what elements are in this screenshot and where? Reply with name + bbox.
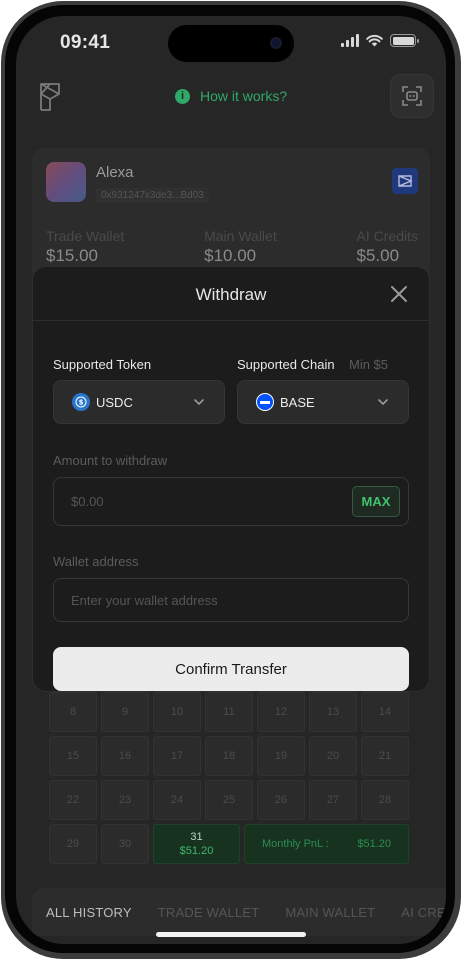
modal-title: Withdraw — [195, 285, 267, 304]
max-button[interactable]: MAX — [352, 486, 400, 517]
app-screen: 09:41 i How it works? Alexa 0x931247x3de… — [16, 16, 446, 944]
wallet-value: $15.00 — [46, 246, 98, 265]
calendar-week: 29 30 31 $51.20 Monthly PnL : $51.20 — [49, 824, 413, 864]
amount-label: Amount to withdraw — [53, 453, 168, 468]
monthly-pnl-value: $51.20 — [357, 838, 391, 850]
calendar-week: 15 16 17 18 19 20 21 — [49, 736, 413, 776]
calendar-day[interactable]: 12 — [257, 692, 305, 732]
history-tabs: ALL HISTORY TRADE WALLET MAIN WALLET AI … — [32, 888, 446, 936]
info-icon: i — [175, 88, 190, 104]
confirm-transfer-button[interactable]: Confirm Transfer — [53, 647, 409, 691]
main-wallet-balance: Main Wallet $10.00 — [204, 228, 277, 266]
wallet-address-label: Wallet address — [53, 554, 139, 569]
wallet-label: Main Wallet — [204, 228, 277, 244]
amount-placeholder: $0.00 — [71, 494, 104, 509]
calendar-day[interactable]: 10 — [153, 692, 201, 732]
account-name: Alexa — [96, 164, 134, 181]
front-camera — [270, 37, 282, 49]
day-pnl-amount: $51.20 — [179, 845, 214, 857]
app-header: i How it works? — [16, 74, 446, 120]
withdraw-modal: Withdraw Supported Token Supported Chain… — [32, 266, 430, 692]
chevron-down-icon — [378, 399, 388, 406]
calendar-day[interactable]: 20 — [309, 736, 357, 776]
status-bar: 09:41 — [16, 16, 446, 70]
calendar-day[interactable]: 28 — [361, 780, 409, 820]
how-it-works-link[interactable]: i How it works? — [175, 88, 287, 104]
avatar — [46, 162, 86, 202]
calendar-week: 22 23 24 25 26 27 28 — [49, 780, 413, 820]
monthly-pnl-label: Monthly PnL : — [262, 838, 329, 850]
tab-ai-credits[interactable]: AI CRE — [401, 905, 446, 920]
status-time: 09:41 — [60, 32, 111, 53]
app-logo-icon[interactable] — [38, 82, 62, 112]
usdc-icon: $ — [72, 393, 90, 411]
cellular-signal-icon — [341, 34, 359, 47]
chain-label: Supported Chain — [237, 357, 335, 372]
calendar-day[interactable]: 19 — [257, 736, 305, 776]
calendar-day[interactable]: 17 — [153, 736, 201, 776]
ai-credits-balance: AI Credits $5.00 — [357, 228, 418, 266]
calendar-day[interactable]: 24 — [153, 780, 201, 820]
calendar-day[interactable]: 9 — [101, 692, 149, 732]
calendar-day[interactable]: 30 — [101, 824, 149, 864]
calendar-day[interactable]: 18 — [205, 736, 253, 776]
battery-icon — [390, 34, 419, 47]
token-label: Supported Token — [53, 357, 152, 372]
wallet-label: Trade Wallet — [46, 228, 125, 244]
status-icons — [341, 34, 419, 47]
wifi-icon — [366, 34, 383, 47]
chevron-down-icon — [194, 399, 204, 406]
calendar-day[interactable]: 14 — [361, 692, 409, 732]
dynamic-island — [168, 25, 294, 62]
calendar-day[interactable]: 8 — [49, 692, 97, 732]
calendar-day[interactable]: 16 — [101, 736, 149, 776]
calendar-day[interactable]: 11 — [205, 692, 253, 732]
scan-button[interactable] — [390, 74, 434, 118]
account-address[interactable]: 0x931247x3de3...Bd03 — [96, 188, 209, 203]
monthly-pnl-summary: Monthly PnL : $51.20 — [244, 824, 409, 864]
pnl-calendar: 8 9 10 11 12 13 14 15 16 17 18 19 20 21 … — [49, 692, 413, 868]
tab-main-wallet[interactable]: MAIN WALLET — [285, 905, 375, 920]
wallet-address-input[interactable]: Enter your wallet address — [53, 578, 409, 622]
tab-trade-wallet[interactable]: TRADE WALLET — [158, 905, 260, 920]
calendar-day[interactable]: 23 — [101, 780, 149, 820]
wallet-badge-icon[interactable] — [392, 168, 418, 194]
trade-wallet-balance: Trade Wallet $15.00 — [46, 228, 124, 266]
scan-icon — [402, 86, 422, 106]
close-icon[interactable] — [389, 284, 409, 304]
token-select-value: USDC — [96, 394, 133, 410]
chain-select-value: BASE — [280, 394, 315, 410]
day-number: 31 — [190, 831, 203, 843]
svg-text:$: $ — [79, 399, 84, 407]
wallet-value: $10.00 — [204, 246, 257, 265]
tab-all-history[interactable]: ALL HISTORY — [46, 905, 132, 920]
base-chain-icon — [256, 393, 274, 411]
modal-header: Withdraw — [33, 267, 429, 321]
calendar-day-profit[interactable]: 31 $51.20 — [153, 824, 240, 864]
calendar-day[interactable]: 25 — [205, 780, 253, 820]
token-select[interactable]: $ USDC — [53, 380, 225, 424]
calendar-day[interactable]: 27 — [309, 780, 357, 820]
wallet-balances: Trade Wallet $15.00 Main Wallet $10.00 A… — [46, 228, 418, 266]
wallet-address-placeholder: Enter your wallet address — [71, 592, 218, 608]
calendar-day[interactable]: 21 — [361, 736, 409, 776]
wallet-label: AI Credits — [356, 228, 418, 244]
how-it-works-label: How it works? — [200, 88, 288, 104]
wallet-value: $5.00 — [356, 246, 400, 265]
calendar-week: 8 9 10 11 12 13 14 — [49, 692, 413, 732]
calendar-day[interactable]: 22 — [49, 780, 97, 820]
calendar-day[interactable]: 26 — [257, 780, 305, 820]
calendar-day[interactable]: 13 — [309, 692, 357, 732]
min-amount-label: Min $5 — [349, 357, 389, 372]
amount-input[interactable]: $0.00 MAX — [53, 477, 409, 526]
home-indicator[interactable] — [156, 932, 306, 937]
calendar-day[interactable]: 15 — [49, 736, 97, 776]
calendar-day[interactable]: 29 — [49, 824, 97, 864]
chain-select[interactable]: BASE — [237, 380, 409, 424]
